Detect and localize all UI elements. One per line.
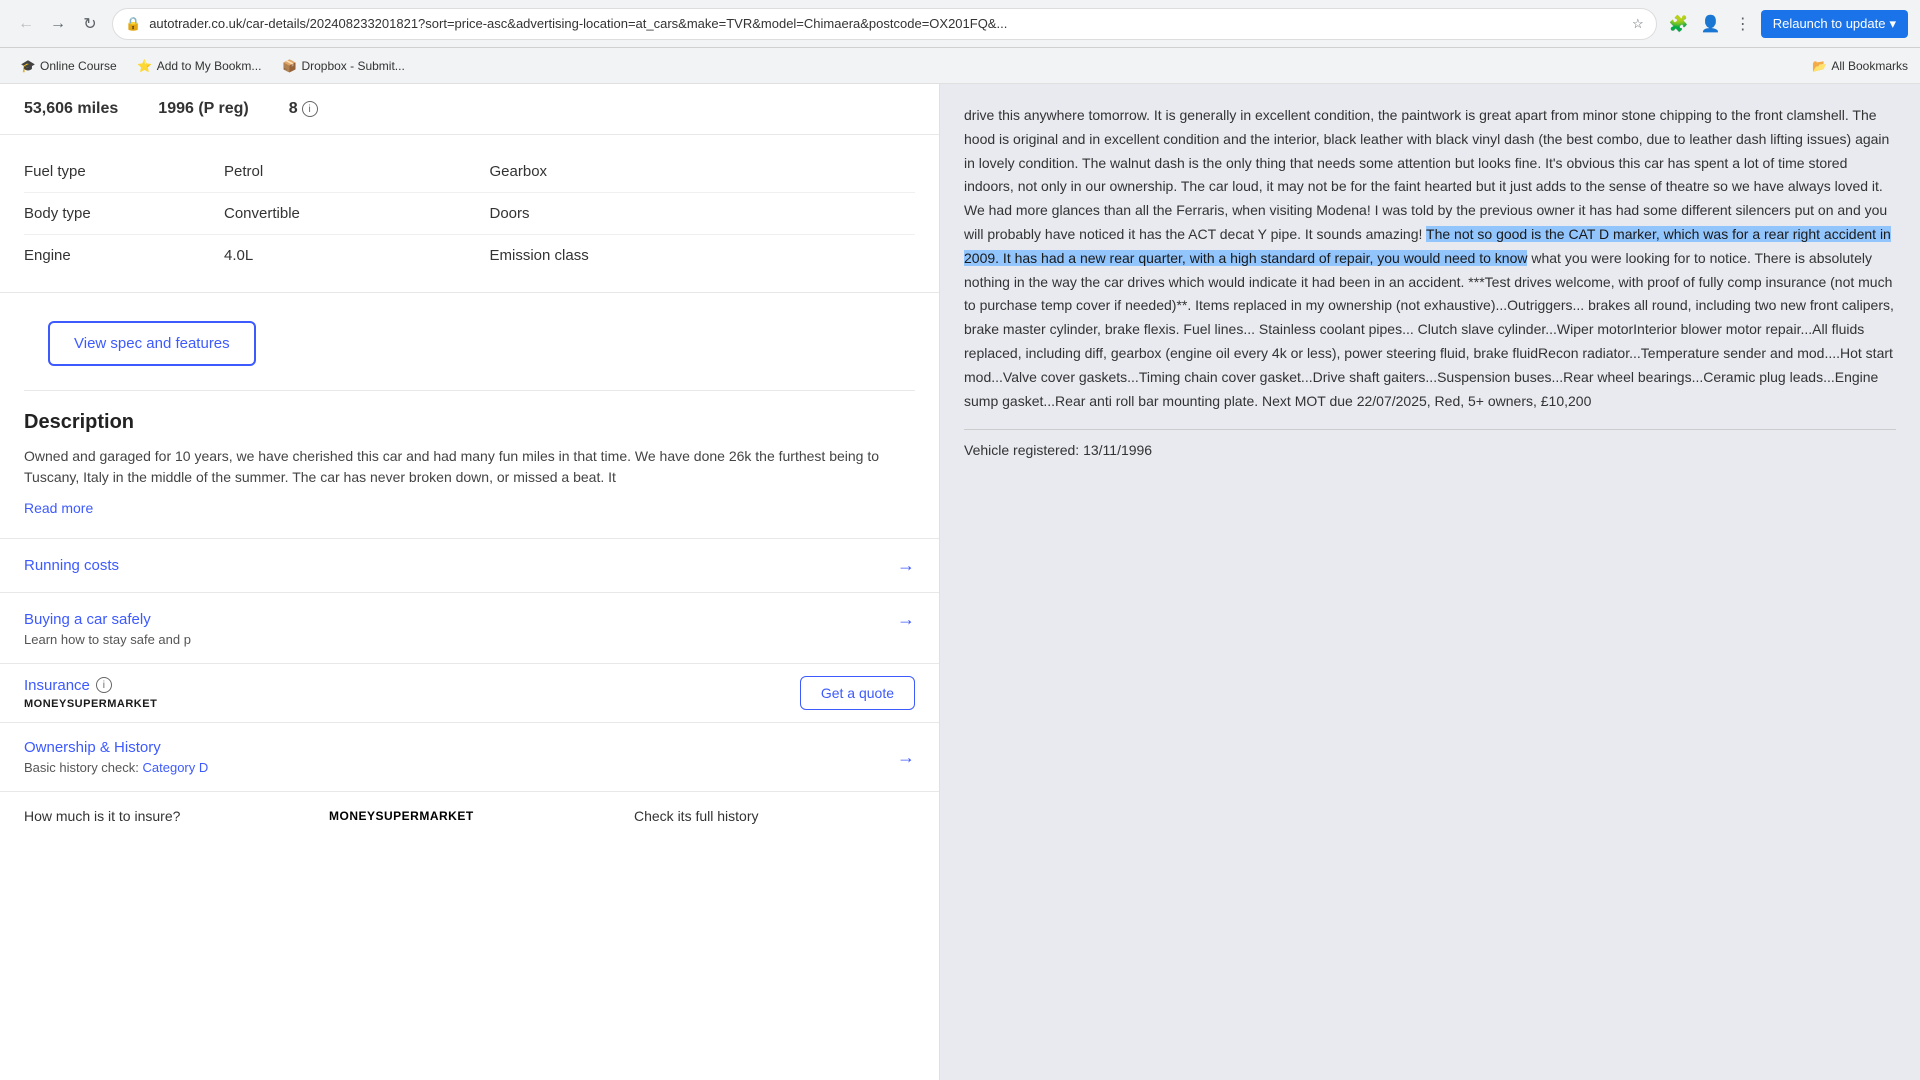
- owners-stat: 8 i: [289, 100, 318, 118]
- specs-table: Fuel type Petrol Gearbox Body type Conve…: [0, 135, 939, 293]
- banner-insurance-text: How much is it to insure?: [24, 808, 180, 824]
- insurance-label-col: Insurance i MoneySuperMarket: [24, 677, 800, 710]
- page-content: 53,606 miles 1996 (P reg) 8 i Fuel type …: [0, 84, 1920, 1080]
- ownership-col: Ownership & History Basic history check:…: [24, 739, 897, 775]
- address-bar[interactable]: 🔒 autotrader.co.uk/car-details/202408233…: [112, 8, 1657, 40]
- bookmark-label: Dropbox - Submit...: [301, 59, 404, 73]
- engine-value: 4.0L: [224, 247, 450, 264]
- description-pre-highlight: drive this anywhere tomorrow. It is gene…: [964, 107, 1889, 242]
- ownership-row[interactable]: Ownership & History Basic history check:…: [0, 722, 939, 791]
- insurance-info-icon[interactable]: i: [96, 677, 112, 693]
- reload-button[interactable]: ↻: [76, 10, 104, 38]
- banner-insurance: How much is it to insure?: [24, 808, 305, 824]
- profile-button[interactable]: 👤: [1697, 10, 1725, 38]
- bookmark-add-bookm[interactable]: ⭐ Add to My Bookm...: [129, 54, 270, 78]
- browser-action-buttons: 🧩 👤 ⋮ Relaunch to update ▾: [1665, 10, 1908, 38]
- bottom-banner: How much is it to insure? MoneySuperMark…: [0, 791, 939, 840]
- spec-row-engine: Engine 4.0L Emission class: [24, 235, 915, 276]
- running-costs-row[interactable]: Running costs →: [0, 538, 939, 592]
- year-value: 1996 (P reg): [158, 100, 248, 118]
- all-bookmarks-label: All Bookmarks: [1831, 59, 1908, 73]
- left-panel: 53,606 miles 1996 (P reg) 8 i Fuel type …: [0, 84, 940, 1080]
- banner-history-text: Check its full history: [634, 808, 758, 824]
- body-type-value: Convertible: [224, 205, 450, 222]
- year-stat: 1996 (P reg): [158, 100, 248, 118]
- description-section: Description Owned and garaged for 10 yea…: [0, 391, 939, 538]
- spec-row-fuel: Fuel type Petrol Gearbox: [24, 151, 915, 193]
- view-spec-button[interactable]: View spec and features: [48, 321, 256, 366]
- gearbox-label: Gearbox: [490, 163, 690, 180]
- all-bookmarks-icon: 📂: [1812, 59, 1827, 73]
- ownership-title: Ownership & History: [24, 739, 897, 756]
- url-text: autotrader.co.uk/car-details/20240823320…: [149, 16, 1624, 31]
- insurance-logo: MoneySuperMarket: [24, 698, 800, 710]
- online-course-icon: 🎓: [20, 58, 36, 74]
- banner-msm-logo: MoneySuperMarket: [329, 809, 474, 823]
- body-type-label: Body type: [24, 205, 224, 222]
- forward-button[interactable]: →: [44, 10, 72, 38]
- right-description: drive this anywhere tomorrow. It is gene…: [964, 104, 1896, 413]
- all-bookmarks[interactable]: 📂 All Bookmarks: [1812, 59, 1908, 73]
- fuel-type-label: Fuel type: [24, 163, 224, 180]
- banner-msm: MoneySuperMarket: [329, 809, 610, 823]
- doors-label: Doors: [490, 205, 690, 222]
- bookmark-dropbox[interactable]: 📦 Dropbox - Submit...: [273, 54, 412, 78]
- insurance-title-text: Insurance: [24, 677, 90, 694]
- owners-info-icon[interactable]: i: [302, 101, 318, 117]
- browser-toolbar: ← → ↻ 🔒 autotrader.co.uk/car-details/202…: [0, 0, 1920, 48]
- bookmark-online-course[interactable]: 🎓 Online Course: [12, 54, 125, 78]
- running-costs-arrow-icon: →: [897, 555, 915, 576]
- ownership-arrow-icon: →: [897, 747, 915, 768]
- mileage-value: 53,606 miles: [24, 100, 118, 118]
- get-quote-button[interactable]: Get a quote: [800, 676, 915, 710]
- engine-label: Engine: [24, 247, 224, 264]
- relaunch-label: Relaunch to update: [1773, 16, 1886, 31]
- dropbox-icon: 📦: [281, 58, 297, 74]
- emission-label: Emission class: [490, 247, 690, 264]
- ownership-subtitle: Basic history check: Category D: [24, 760, 897, 775]
- stats-row: 53,606 miles 1996 (P reg) 8 i: [0, 84, 939, 135]
- right-panel: drive this anywhere tomorrow. It is gene…: [940, 84, 1920, 1080]
- buying-safely-row[interactable]: Buying a car safely → Learn how to stay …: [0, 592, 939, 663]
- category-d-text: Category D: [143, 760, 209, 775]
- relaunch-chevron: ▾: [1889, 16, 1896, 32]
- description-post-highlight: what you were looking for to notice. The…: [964, 250, 1894, 409]
- buying-safely-arrow-icon: →: [897, 609, 915, 630]
- browser-frame: ← → ↻ 🔒 autotrader.co.uk/car-details/202…: [0, 0, 1920, 84]
- ownership-subtitle-text: Basic history check:: [24, 760, 139, 775]
- relaunch-button[interactable]: Relaunch to update ▾: [1761, 10, 1908, 38]
- read-more-link[interactable]: Read more: [24, 500, 93, 516]
- bookmarks-bar: 🎓 Online Course ⭐ Add to My Bookm... 📦 D…: [0, 48, 1920, 84]
- lock-icon: 🔒: [125, 16, 141, 32]
- view-spec-container: View spec and features: [0, 293, 939, 390]
- description-text: Owned and garaged for 10 years, we have …: [24, 446, 915, 488]
- running-costs-label: Running costs: [24, 557, 897, 574]
- banner-history: Check its full history: [634, 808, 915, 824]
- buying-safely-subtitle: Learn how to stay safe and p: [24, 632, 191, 647]
- add-bookmark-icon: ⭐: [137, 58, 153, 74]
- bookmark-label: Online Course: [40, 59, 117, 73]
- description-title: Description: [24, 411, 915, 434]
- insurance-title: Insurance i: [24, 677, 800, 694]
- buying-safely-title: Buying a car safely: [24, 611, 897, 628]
- star-icon: ☆: [1632, 16, 1644, 32]
- more-button[interactable]: ⋮: [1729, 10, 1757, 38]
- nav-buttons: ← → ↻: [12, 10, 104, 38]
- insurance-row: Insurance i MoneySuperMarket Get a quote: [0, 663, 939, 722]
- bookmark-label: Add to My Bookm...: [157, 59, 262, 73]
- owners-value: 8: [289, 100, 298, 118]
- spec-row-body: Body type Convertible Doors: [24, 193, 915, 235]
- vehicle-registered: Vehicle registered: 13/11/1996: [964, 429, 1896, 458]
- fuel-type-value: Petrol: [224, 163, 450, 180]
- back-button[interactable]: ←: [12, 10, 40, 38]
- mileage-stat: 53,606 miles: [24, 100, 118, 118]
- extensions-button[interactable]: 🧩: [1665, 10, 1693, 38]
